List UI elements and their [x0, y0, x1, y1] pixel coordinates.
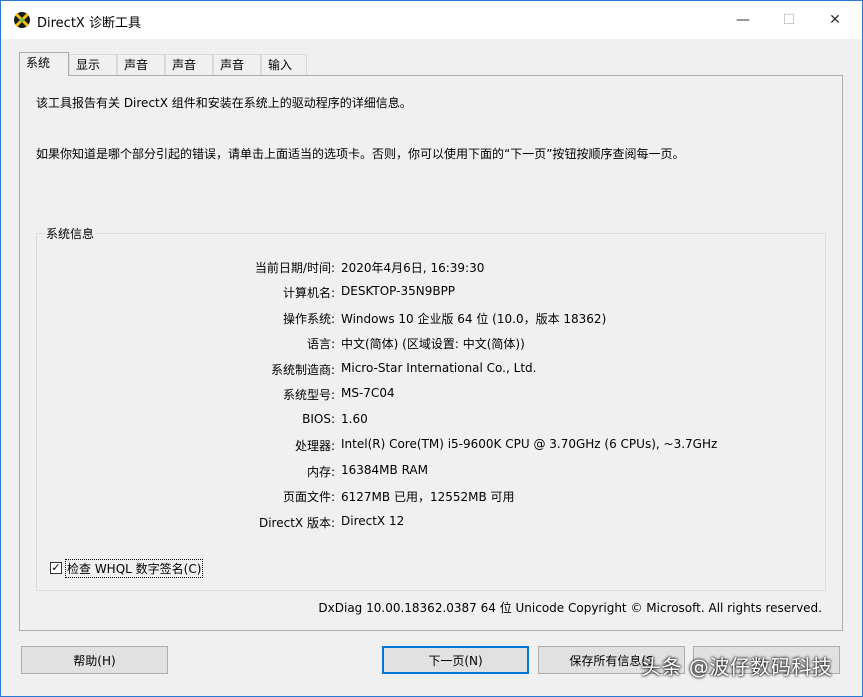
info-label: 系统制造商:	[270, 363, 335, 377]
whql-checkbox-control[interactable]: ✓ 检查 WHQL 数字签名(C)	[50, 558, 204, 578]
whql-checkbox-label[interactable]: 检查 WHQL 数字签名(C)	[65, 558, 204, 578]
info-label: 操作系统:	[282, 312, 335, 326]
title-bar: DirectX 诊断工具 — ☐ ✕	[1, 1, 862, 39]
minimize-button[interactable]: —	[720, 1, 766, 39]
info-value: 2020年4月6日, 16:39:30	[341, 261, 485, 275]
info-row-page-file: 页面文件: 6127MB 已用，12552MB 可用	[37, 488, 827, 508]
info-value: 16384MB RAM	[341, 463, 428, 477]
info-label: 页面文件:	[282, 490, 335, 504]
next-page-button[interactable]: 下一页(N)	[382, 646, 529, 674]
info-value: MS-7C04	[341, 386, 395, 400]
watermark-text: 头条 @波仔数码科技	[641, 655, 833, 679]
info-value: Intel(R) Core(TM) i5-9600K CPU @ 3.70GHz…	[341, 437, 718, 451]
info-row-manufacturer: 系统制造商: Micro-Star International Co., Ltd…	[37, 361, 827, 381]
info-label: 当前日期/时间:	[254, 261, 335, 275]
info-label: 系统型号:	[282, 388, 335, 402]
tab-input[interactable]: 输入	[261, 54, 307, 75]
info-label: 计算机名:	[282, 286, 335, 300]
help-button[interactable]: 帮助(H)	[21, 646, 168, 674]
info-row-os: 操作系统: Windows 10 企业版 64 位 (10.0，版本 18362…	[37, 310, 827, 330]
info-row-computer-name: 计算机名: DESKTOP-35N9BPP	[37, 284, 827, 304]
maximize-button[interactable]: ☐	[766, 1, 812, 39]
tab-label: 输入	[268, 58, 293, 72]
tab-label: 系统	[26, 56, 51, 70]
close-button[interactable]: ✕	[812, 1, 858, 39]
info-row-directx-version: DirectX 版本: DirectX 12	[37, 514, 827, 534]
info-value: 中文(简体) (区域设置: 中文(简体))	[341, 337, 525, 351]
tab-label: 显示	[76, 58, 101, 72]
info-label: 内存:	[306, 465, 335, 479]
info-value: Micro-Star International Co., Ltd.	[341, 361, 537, 375]
maximize-icon: ☐	[782, 12, 796, 28]
group-title: 系统信息	[45, 225, 96, 242]
info-value: 1.60	[341, 412, 368, 426]
intro-text-2: 如果你知道是哪个部分引起的错误，请单击上面适当的选项卡。否则，你可以使用下面的“…	[36, 147, 685, 161]
info-value: DirectX 12	[341, 514, 405, 528]
tab-display[interactable]: 显示	[69, 54, 117, 75]
info-value: 6127MB 已用，12552MB 可用	[341, 490, 515, 504]
checkmark-icon: ✓	[51, 561, 61, 574]
info-label: BIOS:	[302, 412, 335, 426]
info-row-model: 系统型号: MS-7C04	[37, 386, 827, 406]
next-page-button-label: 下一页(N)	[428, 653, 483, 668]
info-row-memory: 内存: 16384MB RAM	[37, 463, 827, 483]
info-label: DirectX 版本:	[258, 516, 335, 530]
tab-sound-3[interactable]: 声音 3	[213, 54, 261, 92]
version-copyright-text: DxDiag 10.00.18362.0387 64 位 Unicode Cop…	[318, 601, 822, 615]
close-icon: ✕	[829, 12, 841, 28]
dxdiag-window: DirectX 诊断工具 — ☐ ✕ 系统 显示 声音 1 声音 2 声音 3 …	[0, 0, 863, 697]
window-title: DirectX 诊断工具	[37, 16, 141, 31]
info-row-language: 语言: 中文(简体) (区域设置: 中文(简体))	[37, 335, 827, 355]
minimize-icon: —	[736, 12, 750, 28]
info-row-datetime: 当前日期/时间: 2020年4月6日, 16:39:30	[37, 259, 827, 279]
intro-text-1: 该工具报告有关 DirectX 组件和安装在系统上的驱动程序的详细信息。	[36, 96, 412, 110]
system-info-group: 系统信息 当前日期/时间: 2020年4月6日, 16:39:30 计算机名: …	[36, 225, 827, 591]
directx-app-icon	[14, 12, 30, 28]
tab-system[interactable]: 系统	[19, 52, 69, 76]
tab-sound-2[interactable]: 声音 2	[165, 54, 213, 92]
info-value: DESKTOP-35N9BPP	[341, 284, 456, 298]
info-row-processor: 处理器: Intel(R) Core(TM) i5-9600K CPU @ 3.…	[37, 437, 827, 457]
info-label: 处理器:	[294, 439, 335, 453]
info-row-bios: BIOS: 1.60	[37, 412, 827, 432]
tab-sound-1[interactable]: 声音 1	[117, 54, 165, 92]
help-button-label: 帮助(H)	[73, 653, 116, 668]
system-tab-panel: 该工具报告有关 DirectX 组件和安装在系统上的驱动程序的详细信息。 如果你…	[19, 75, 843, 631]
info-value: Windows 10 企业版 64 位 (10.0，版本 18362)	[341, 312, 607, 326]
whql-checkbox[interactable]: ✓	[50, 562, 62, 574]
info-label: 语言:	[306, 337, 335, 351]
